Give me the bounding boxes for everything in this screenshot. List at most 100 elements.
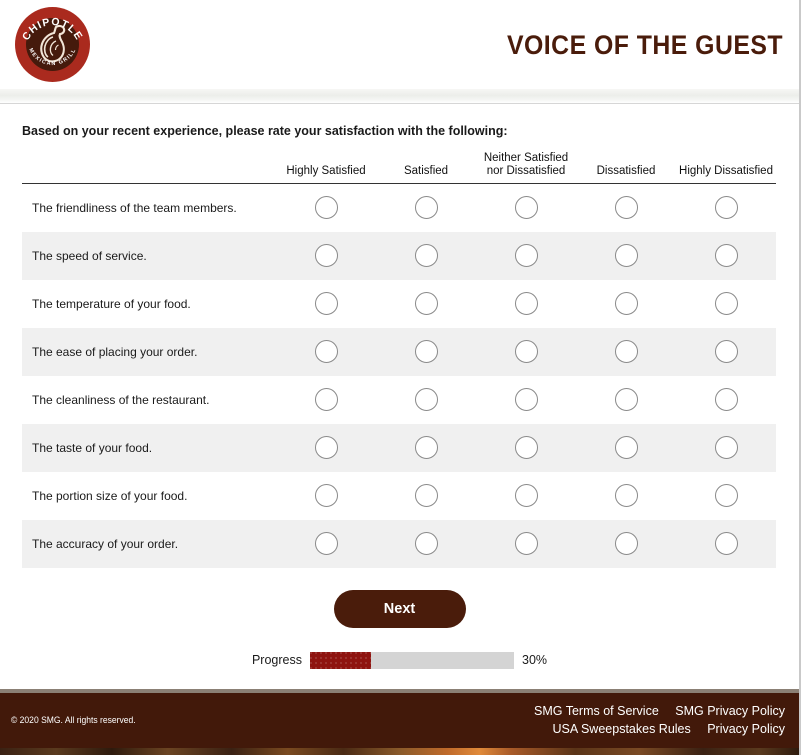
radio-cell[interactable]	[376, 327, 476, 376]
radio-cell[interactable]	[376, 280, 476, 328]
radio-cell[interactable]	[376, 184, 476, 232]
radio-button[interactable]	[314, 244, 338, 267]
column-header-highly-dissatisfied: Highly Dissatisfied	[676, 152, 776, 184]
radio-button[interactable]	[414, 484, 438, 507]
radio-cell[interactable]	[676, 184, 776, 232]
satisfaction-matrix: Highly Satisfied Satisfied Neither Satis…	[22, 152, 776, 568]
radio-cell[interactable]	[676, 423, 776, 472]
radio-button[interactable]	[314, 292, 338, 315]
link-usa-sweepstakes-rules[interactable]: USA Sweepstakes Rules	[552, 722, 690, 736]
radio-button[interactable]	[514, 532, 538, 555]
radio-cell[interactable]	[376, 423, 476, 472]
radio-button[interactable]	[414, 244, 438, 267]
radio-button[interactable]	[314, 484, 338, 507]
radio-cell[interactable]	[576, 472, 676, 520]
radio-button[interactable]	[414, 340, 438, 363]
radio-cell[interactable]	[476, 184, 576, 232]
radio-cell[interactable]	[476, 519, 576, 568]
radio-cell[interactable]	[276, 472, 376, 520]
radio-cell[interactable]	[476, 280, 576, 328]
column-header-satisfied: Satisfied	[376, 152, 476, 184]
radio-button[interactable]	[514, 388, 538, 411]
radio-button[interactable]	[714, 388, 738, 411]
row-label: The temperature of your food.	[32, 296, 191, 311]
row-label: The portion size of your food.	[32, 488, 188, 503]
radio-button[interactable]	[514, 292, 538, 315]
radio-cell[interactable]	[276, 327, 376, 376]
radio-cell[interactable]	[576, 423, 676, 472]
radio-button[interactable]	[714, 436, 738, 459]
radio-button[interactable]	[514, 436, 538, 459]
link-smg-privacy-policy[interactable]: SMG Privacy Policy	[675, 704, 785, 718]
radio-cell[interactable]	[576, 280, 676, 328]
radio-cell[interactable]	[576, 327, 676, 376]
page-header: CHIPOTLE MEXICAN GRILL VOICE OF THE GUES…	[0, 0, 799, 89]
radio-cell[interactable]	[576, 519, 676, 568]
radio-cell[interactable]	[676, 327, 776, 376]
radio-cell[interactable]	[676, 376, 776, 424]
radio-cell[interactable]	[276, 519, 376, 568]
table-row: The temperature of your food.	[22, 280, 776, 328]
radio-button[interactable]	[714, 292, 738, 315]
radio-button[interactable]	[314, 388, 338, 411]
radio-cell[interactable]	[476, 231, 576, 280]
radio-button[interactable]	[614, 532, 638, 555]
radio-button[interactable]	[514, 484, 538, 507]
link-privacy-policy[interactable]: Privacy Policy	[707, 722, 785, 736]
radio-button[interactable]	[514, 340, 538, 363]
radio-button[interactable]	[414, 196, 438, 220]
radio-button[interactable]	[514, 244, 538, 267]
radio-cell[interactable]	[376, 472, 476, 520]
radio-button[interactable]	[614, 244, 638, 267]
radio-cell[interactable]	[476, 327, 576, 376]
radio-button[interactable]	[314, 532, 338, 555]
radio-cell[interactable]	[476, 423, 576, 472]
radio-cell[interactable]	[276, 231, 376, 280]
radio-button[interactable]	[614, 292, 638, 315]
link-smg-terms-of-service[interactable]: SMG Terms of Service	[534, 704, 659, 718]
radio-cell[interactable]	[376, 376, 476, 424]
radio-cell[interactable]	[676, 280, 776, 328]
radio-cell[interactable]	[576, 376, 676, 424]
radio-button[interactable]	[614, 340, 638, 363]
radio-cell[interactable]	[276, 376, 376, 424]
radio-button[interactable]	[414, 436, 438, 459]
radio-button[interactable]	[614, 196, 638, 220]
radio-cell[interactable]	[376, 519, 476, 568]
progress-indicator: Progress 30%	[0, 651, 799, 669]
radio-cell[interactable]	[276, 423, 376, 472]
radio-button[interactable]	[714, 196, 738, 220]
radio-cell[interactable]	[476, 376, 576, 424]
radio-button[interactable]	[414, 388, 438, 411]
footer-links-row-2: USA Sweepstakes Rules Privacy Policy	[522, 720, 785, 738]
radio-button[interactable]	[414, 532, 438, 555]
radio-cell[interactable]	[676, 231, 776, 280]
next-button[interactable]: Next	[333, 589, 466, 628]
table-row: The portion size of your food.	[22, 472, 776, 520]
radio-button[interactable]	[714, 484, 738, 507]
radio-button[interactable]	[314, 196, 338, 220]
radio-button[interactable]	[614, 388, 638, 411]
radio-cell[interactable]	[276, 184, 376, 232]
radio-cell[interactable]	[576, 231, 676, 280]
radio-button[interactable]	[714, 244, 738, 267]
radio-cell[interactable]	[676, 519, 776, 568]
radio-cell[interactable]	[576, 184, 676, 232]
row-label: The speed of service.	[22, 231, 276, 280]
footer-links-row-1: SMG Terms of Service SMG Privacy Policy	[522, 702, 785, 720]
radio-button[interactable]	[314, 436, 338, 459]
radio-button[interactable]	[614, 436, 638, 459]
radio-cell[interactable]	[376, 231, 476, 280]
radio-cell[interactable]	[276, 280, 376, 328]
radio-button[interactable]	[314, 340, 338, 363]
radio-button[interactable]	[414, 292, 438, 315]
radio-cell[interactable]	[476, 472, 576, 520]
table-row: The taste of your food.	[22, 423, 776, 472]
radio-cell[interactable]	[676, 472, 776, 520]
radio-button[interactable]	[714, 340, 738, 363]
survey-content: Based on your recent experience, please …	[0, 104, 799, 689]
next-button-container: Next	[0, 589, 799, 628]
radio-button[interactable]	[614, 484, 638, 507]
radio-button[interactable]	[514, 196, 538, 220]
radio-button[interactable]	[714, 532, 738, 555]
